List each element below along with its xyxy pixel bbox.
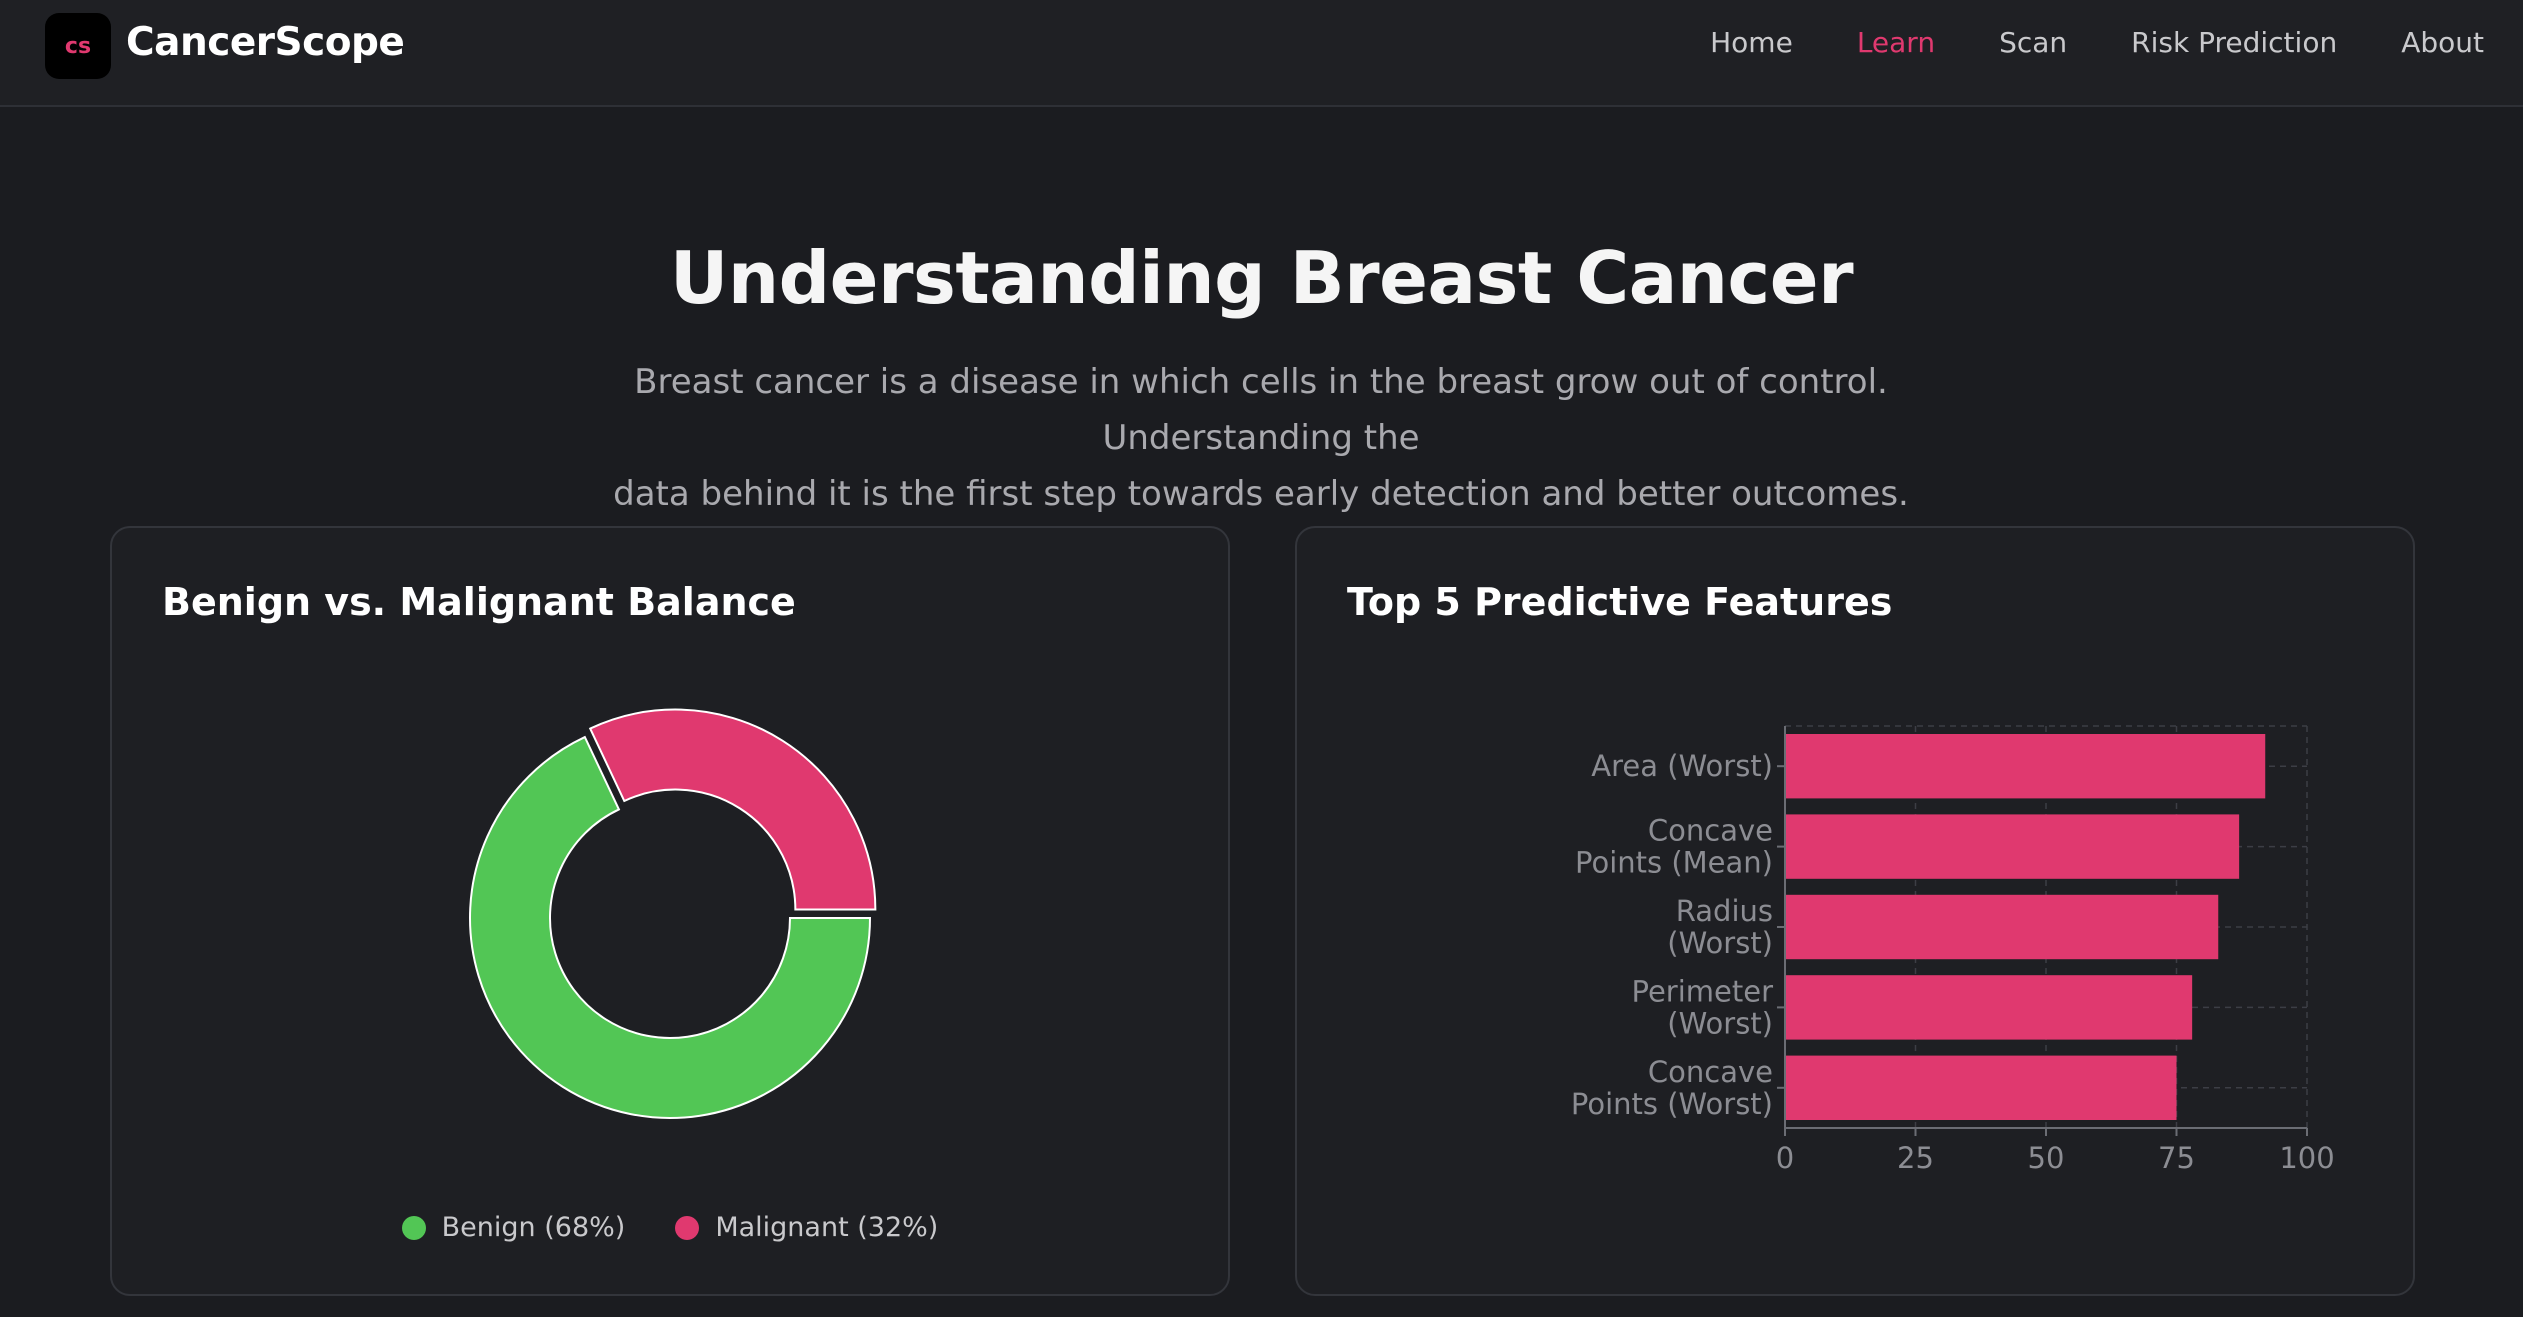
logo-icon[interactable]: cs: [45, 13, 111, 79]
nav-item-risk-prediction[interactable]: Risk Prediction: [2131, 26, 2337, 59]
bar-chart-card: Top 5 Predictive Features Area (Worst) Co…: [1295, 526, 2415, 1296]
bar-4[interactable]: [1785, 975, 2193, 1040]
donut-legend: Benign (68%) Malignant (32%): [112, 1212, 1228, 1243]
nav-item-scan[interactable]: Scan: [1999, 26, 2067, 59]
page-title: Understanding Breast Cancer: [669, 236, 1854, 320]
legend-swatch-benign: [401, 1215, 426, 1240]
nav-item-home[interactable]: Home: [1710, 26, 1793, 59]
donut-card-title: Benign vs. Malignant Balance: [162, 580, 796, 624]
top-navbar: cs CancerScope Home Learn Scan Risk Pred…: [0, 0, 2523, 107]
legend-label-malignant: Malignant (32%): [715, 1212, 939, 1243]
donut-chart-card: Benign vs. Malignant Balance Benign (68%…: [110, 526, 1230, 1296]
bar-1[interactable]: [1785, 734, 2266, 799]
nav-item-about[interactable]: About: [2401, 26, 2484, 59]
page-subtitle-line-1: Breast cancer is a disease in which cell…: [634, 362, 1888, 458]
legend-swatch-malignant: [675, 1215, 700, 1240]
donut-slice-malignant[interactable]: [588, 708, 877, 911]
nav-links: Home Learn Scan Risk Prediction About: [1646, 26, 2484, 59]
page-subtitle-line-2: data behind it is the first step towards…: [613, 474, 1909, 514]
bar-card-title: Top 5 Predictive Features: [1347, 580, 1893, 624]
y-tick-label: Radius (Worst): [1667, 894, 1773, 960]
y-tick-label: Perimeter (Worst): [1631, 974, 1773, 1040]
x-tick-label: 75: [2158, 1141, 2195, 1175]
donut-chart: [469, 708, 877, 1119]
bar-chart: Area (Worst) Concave Points (Mean) Radius (W…: [1571, 725, 2335, 1175]
nav-item-learn[interactable]: Learn: [1857, 26, 1935, 59]
x-tick-label: 100: [2279, 1141, 2334, 1175]
bar-3[interactable]: [1785, 894, 2219, 960]
y-tick-label: Area (Worst): [1591, 749, 1773, 783]
x-tick-label: 0: [1776, 1141, 1794, 1175]
legend-item-benign[interactable]: Benign (68%): [401, 1212, 626, 1243]
bar-5[interactable]: [1785, 1055, 2177, 1120]
y-tick-label: Concave Points (Worst): [1571, 1055, 1773, 1121]
page-subtitle: Breast cancer is a disease in which cell…: [511, 354, 2011, 522]
legend-label-benign: Benign (68%): [441, 1212, 626, 1243]
x-tick-label: 25: [1897, 1141, 1934, 1175]
bar-2[interactable]: [1785, 814, 2240, 879]
brand-name[interactable]: CancerScope: [126, 20, 405, 65]
x-tick-label: 50: [2028, 1141, 2065, 1175]
legend-item-malignant[interactable]: Malignant (32%): [675, 1212, 938, 1243]
y-tick-label: Concave Points (Mean): [1575, 814, 1773, 880]
logo-text: cs: [64, 33, 92, 59]
